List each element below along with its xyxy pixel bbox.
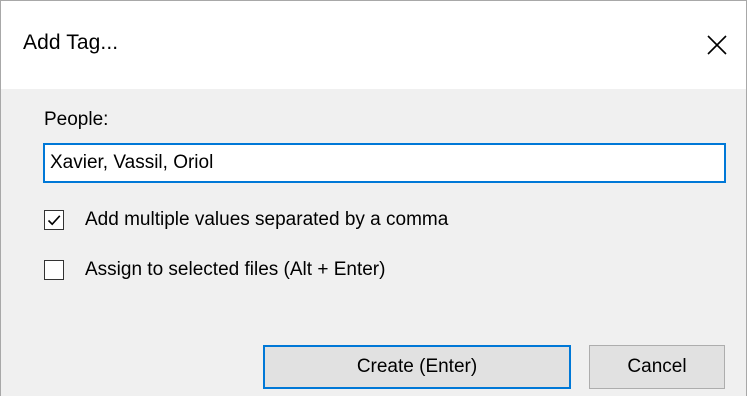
title-bar: Add Tag... [1, 1, 746, 89]
checkmark-icon [47, 215, 61, 226]
people-input[interactable] [43, 143, 726, 183]
assign-selected-checkbox[interactable] [44, 260, 64, 280]
close-icon [707, 35, 727, 55]
cancel-button[interactable]: Cancel [589, 345, 725, 389]
dialog-body: People: Add multiple values separated by… [1, 89, 746, 396]
assign-selected-label: Assign to selected files (Alt + Enter) [85, 259, 386, 280]
multiple-values-label: Add multiple values separated by a comma [85, 209, 449, 230]
multiple-values-checkbox[interactable] [44, 210, 64, 230]
people-label: People: [44, 109, 109, 130]
create-button[interactable]: Create (Enter) [263, 345, 571, 389]
assign-selected-option[interactable]: Assign to selected files (Alt + Enter) [44, 259, 385, 281]
close-button[interactable] [688, 21, 746, 69]
dialog-title: Add Tag... [23, 31, 119, 54]
multiple-values-option[interactable]: Add multiple values separated by a comma [44, 209, 448, 231]
add-tag-dialog: Add Tag... People: Add multiple values s… [0, 0, 747, 396]
